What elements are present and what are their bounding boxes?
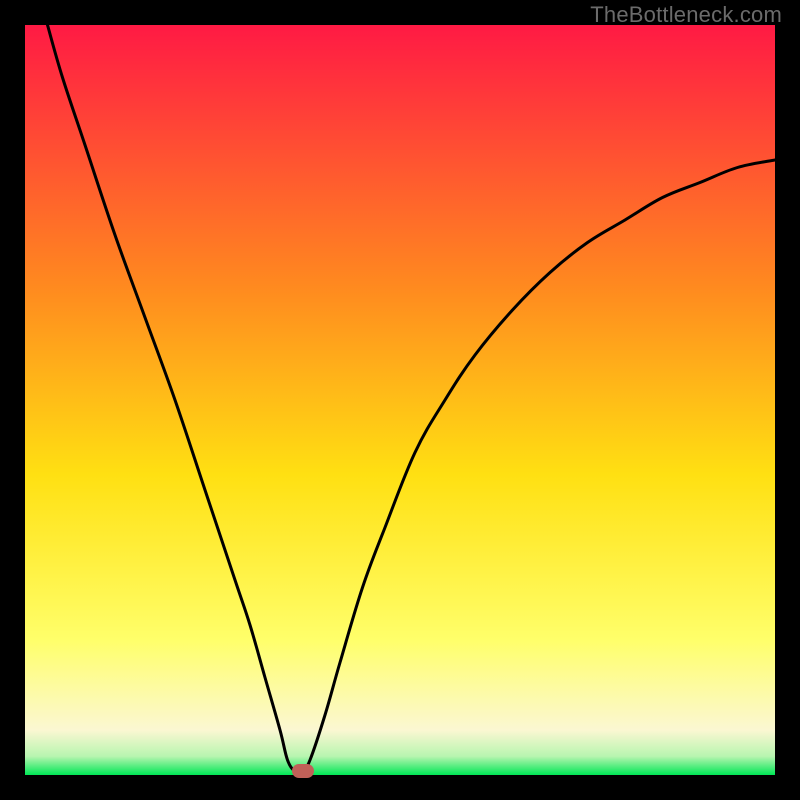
bottleneck-curve — [25, 25, 775, 775]
chart-container: TheBottleneck.com — [0, 0, 800, 800]
plot-area — [25, 25, 775, 775]
optimal-point-marker — [292, 764, 314, 778]
